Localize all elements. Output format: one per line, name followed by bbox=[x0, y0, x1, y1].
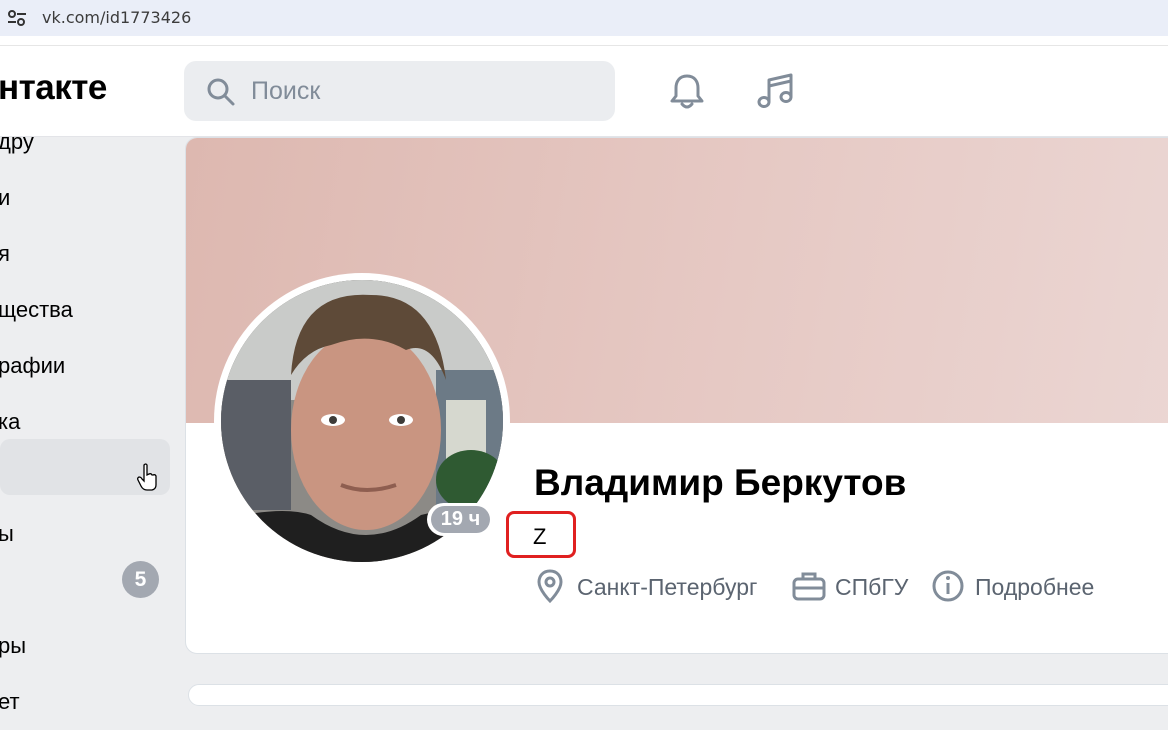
status-text: Z bbox=[533, 524, 547, 549]
search-icon bbox=[207, 78, 235, 106]
url-text[interactable]: vk.com/id1773426 bbox=[42, 8, 191, 27]
search-input[interactable]: Поиск bbox=[184, 61, 615, 121]
sidebar-item-label: дру bbox=[0, 129, 34, 154]
site-settings-icon[interactable] bbox=[6, 8, 28, 28]
next-card bbox=[188, 684, 1168, 706]
story-age-label: 19 ч bbox=[431, 506, 490, 533]
sidebar-item[interactable]: дру bbox=[0, 114, 170, 170]
sidebar-item-label: ка bbox=[0, 409, 21, 434]
profile-name: Владимир Беркутов bbox=[534, 462, 907, 503]
info-icon bbox=[932, 570, 964, 602]
left-sidebar: дру и я щества рафии ка ы ры ет bbox=[0, 129, 184, 714]
profile-university[interactable]: СПбГУ bbox=[791, 568, 911, 604]
search-placeholder: Поиск bbox=[251, 77, 321, 105]
site-header: нтакте Поиск bbox=[0, 46, 1168, 137]
university-label: СПбГУ bbox=[835, 574, 909, 600]
profile-status[interactable]: Z bbox=[506, 511, 576, 558]
tab-strip-divider bbox=[0, 36, 1168, 46]
sidebar-item-communities[interactable]: щества bbox=[0, 282, 170, 338]
browser-address-bar: vk.com/id1773426 bbox=[0, 0, 1168, 36]
location-pin-icon bbox=[537, 569, 563, 604]
sidebar-item-label: рафии bbox=[0, 353, 66, 378]
sidebar-item[interactable]: ры bbox=[0, 618, 170, 674]
sidebar-item-label: ы bbox=[0, 521, 14, 546]
story-age-badge[interactable]: 19 ч bbox=[427, 503, 494, 536]
sidebar-item-label: ет bbox=[0, 689, 20, 714]
sidebar-item[interactable]: я bbox=[0, 226, 170, 282]
vk-logo[interactable]: нтакте bbox=[0, 68, 107, 108]
more-label: Подробнее bbox=[975, 574, 1095, 600]
sidebar-item-label: и bbox=[0, 185, 11, 210]
notification-count-badge: 5 bbox=[122, 561, 159, 598]
briefcase-icon bbox=[792, 572, 826, 601]
profile-more-button[interactable]: Подробнее bbox=[930, 568, 1110, 604]
city-label: Санкт-Петербург bbox=[577, 574, 758, 600]
sidebar-item-photos[interactable]: рафии bbox=[0, 338, 170, 394]
sidebar-item[interactable]: ет bbox=[0, 674, 170, 730]
hand-cursor-icon bbox=[137, 463, 157, 491]
notifications-bell-icon[interactable] bbox=[666, 70, 708, 112]
sidebar-item-label: я bbox=[0, 241, 10, 266]
sidebar-item[interactable]: и bbox=[0, 170, 170, 226]
profile-city[interactable]: Санкт-Петербург bbox=[534, 568, 774, 604]
sidebar-item-label: щества bbox=[0, 297, 73, 322]
music-note-icon[interactable] bbox=[755, 70, 797, 112]
sidebar-item-label: ры bbox=[0, 633, 27, 658]
sidebar-item[interactable]: ы bbox=[0, 506, 170, 562]
